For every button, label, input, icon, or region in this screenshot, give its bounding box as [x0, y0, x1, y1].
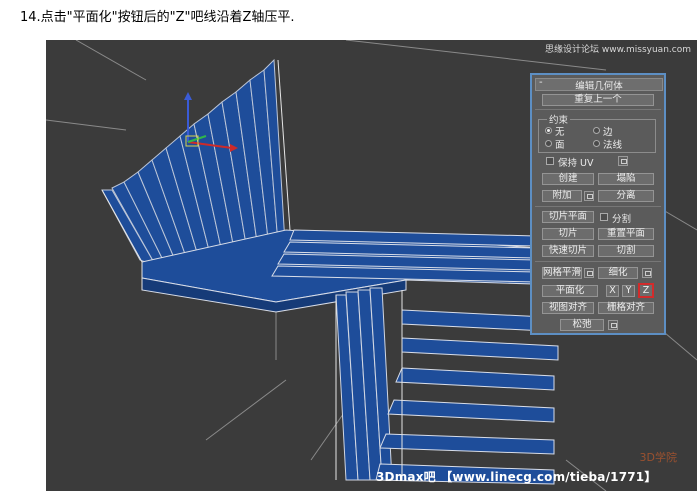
- preserve-uv-settings-icon[interactable]: [618, 156, 628, 166]
- 3d-viewport[interactable]: 思缘设计论坛 www.missyuan.com 3D学院 3Dmax吧 【www…: [46, 40, 697, 491]
- make-planar-button[interactable]: 平面化: [542, 285, 598, 297]
- create-button[interactable]: 创建: [542, 173, 594, 185]
- tessellate-button[interactable]: 细化: [598, 267, 638, 279]
- constraint-none-label: 无: [555, 127, 565, 138]
- watermark-top: 思缘设计论坛 www.missyuan.com: [545, 45, 691, 55]
- constraint-edge-radio[interactable]: [593, 127, 600, 134]
- split-label: 分割: [612, 214, 632, 225]
- constraint-none-radio[interactable]: [545, 127, 552, 134]
- attach-settings-icon[interactable]: [584, 191, 594, 201]
- planar-z-button[interactable]: Z: [638, 283, 654, 298]
- grid-align-button[interactable]: 栅格对齐: [598, 302, 654, 314]
- collapse-button[interactable]: 塌陷: [598, 173, 654, 185]
- slice-plane-button[interactable]: 切片平面: [542, 211, 594, 223]
- preserve-uv-label: 保持 UV: [558, 158, 594, 169]
- meshsmooth-button[interactable]: 网格平滑: [542, 267, 582, 279]
- watermark-bottom: 3Dmax吧 【www.linecg.com/tieba/1771】: [376, 470, 657, 484]
- constraint-edge-label: 边: [603, 127, 613, 138]
- step-caption: 14.点击"平面化"按钮后的"Z"吧线沿着Z轴压平.: [20, 10, 295, 25]
- view-align-button[interactable]: 视图对齐: [542, 302, 594, 314]
- planar-x-button[interactable]: X: [606, 285, 619, 297]
- reset-plane-button[interactable]: 重置平面: [598, 228, 654, 240]
- preserve-uv-checkbox[interactable]: [546, 157, 554, 165]
- planar-y-button[interactable]: Y: [622, 285, 635, 297]
- lower-stair-treads: [375, 309, 567, 485]
- detach-button[interactable]: 分离: [598, 190, 654, 202]
- divider: [535, 261, 661, 262]
- divider: [535, 109, 661, 110]
- constraints-group: 约束 无 边 面 法线: [538, 112, 656, 153]
- cut-button[interactable]: 切割: [598, 245, 654, 257]
- constraint-normal-radio[interactable]: [593, 140, 600, 147]
- rollout-title: 编辑几何体: [575, 81, 623, 92]
- attach-button[interactable]: 附加: [542, 190, 582, 202]
- lower-stair-panels: [335, 287, 393, 481]
- corner-logo: 3D学院: [639, 451, 677, 464]
- tessellate-settings-icon[interactable]: [642, 268, 652, 278]
- relax-button[interactable]: 松弛: [560, 319, 604, 331]
- edit-geometry-panel: - 编辑几何体 重复上一个 约束 无 边 面 法线 保持 UV 创建 塌陷 附加…: [530, 73, 666, 335]
- meshsmooth-settings-icon[interactable]: [584, 268, 594, 278]
- constraint-face-radio[interactable]: [545, 140, 552, 147]
- repeat-last-button[interactable]: 重复上一个: [542, 94, 654, 106]
- constraint-face-label: 面: [555, 140, 565, 151]
- slice-button[interactable]: 切片: [542, 228, 594, 240]
- quick-slice-button[interactable]: 快速切片: [542, 245, 594, 257]
- rollout-header[interactable]: - 编辑几何体: [535, 77, 663, 92]
- relax-settings-icon[interactable]: [608, 320, 618, 330]
- constraint-normal-label: 法线: [603, 140, 623, 151]
- split-checkbox[interactable]: [600, 213, 608, 221]
- divider: [535, 206, 661, 207]
